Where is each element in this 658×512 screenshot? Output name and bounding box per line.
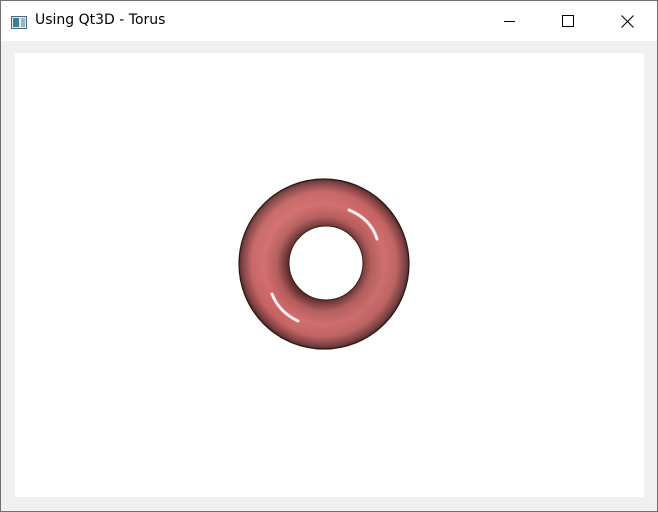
title-bar[interactable]: Using Qt3D - Torus xyxy=(1,1,657,41)
qt3d-viewport[interactable] xyxy=(15,53,644,497)
minimize-icon xyxy=(504,15,516,27)
maximize-icon xyxy=(562,15,574,27)
close-icon xyxy=(620,14,634,28)
close-button[interactable] xyxy=(598,1,656,41)
torus-object xyxy=(235,173,415,353)
app-window-icon xyxy=(11,14,27,29)
maximize-button[interactable] xyxy=(539,1,597,41)
scene-canvas xyxy=(235,173,415,353)
app-window: Using Qt3D - Torus xyxy=(0,0,658,512)
minimize-button[interactable] xyxy=(481,1,539,41)
window-title: Using Qt3D - Torus xyxy=(35,12,166,28)
